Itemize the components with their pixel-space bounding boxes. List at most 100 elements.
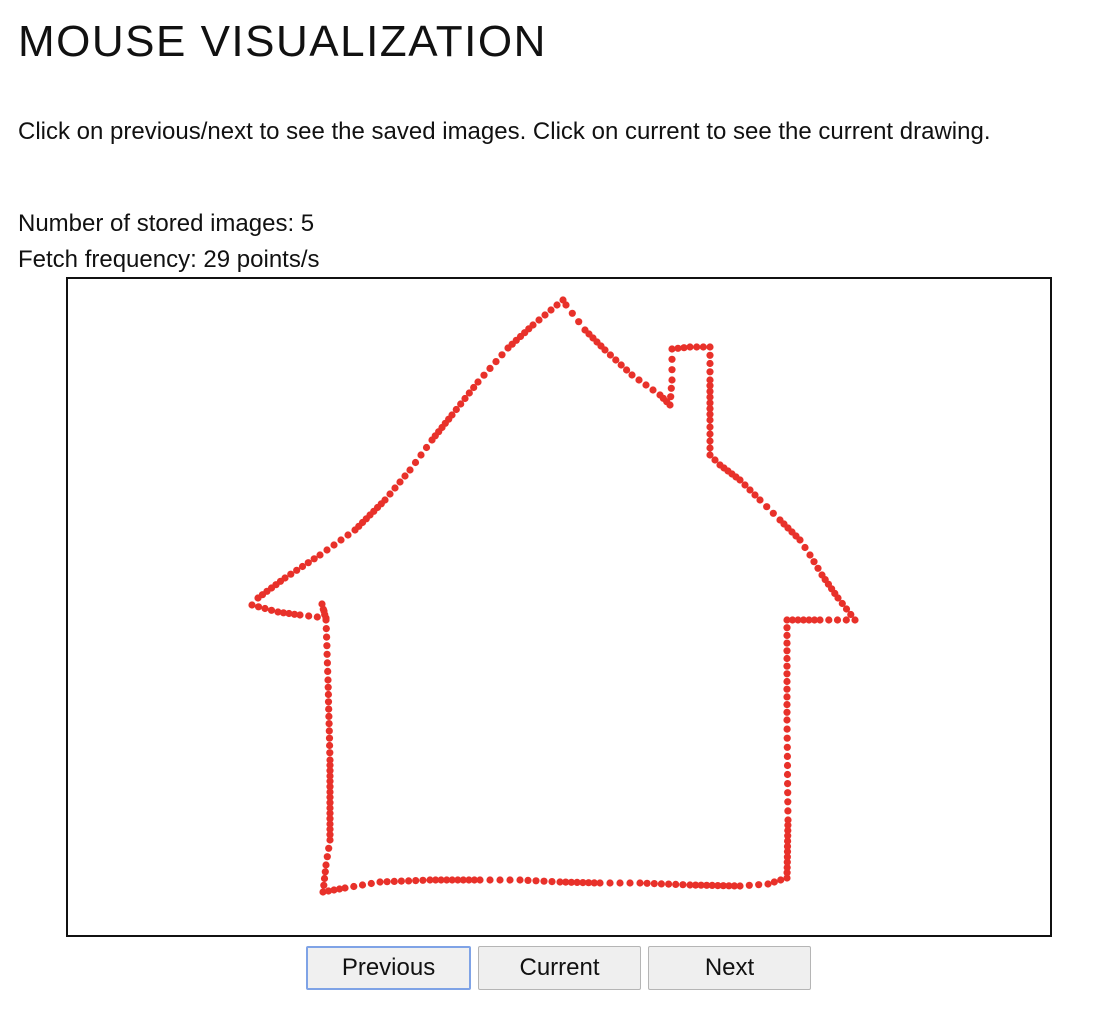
stroke-dot xyxy=(296,611,304,619)
stroke-dot xyxy=(476,876,484,884)
stroke-dot xyxy=(323,650,331,658)
stroke-dot xyxy=(770,878,778,886)
stroke-dot xyxy=(480,371,488,379)
stroke-dot xyxy=(261,604,269,613)
stroke-dot xyxy=(764,880,772,888)
stroke-dot xyxy=(535,316,543,324)
stroke-dot xyxy=(553,301,561,309)
stroke-dot xyxy=(367,879,375,888)
stroke-dot xyxy=(801,543,809,552)
stroke-dot xyxy=(668,376,676,384)
stroke-dot xyxy=(412,877,420,885)
stroke-dot xyxy=(783,725,791,733)
stroke-dot xyxy=(636,879,644,887)
stroke-dot xyxy=(320,881,328,889)
stroke-dot xyxy=(330,541,338,549)
stroke-dot xyxy=(833,616,842,624)
stroke-dot xyxy=(769,509,777,517)
stroke-dot xyxy=(376,878,384,886)
drawing-svg xyxy=(248,296,859,896)
stroke-dot xyxy=(428,436,436,444)
stroke-dot xyxy=(657,880,666,888)
stroke-dot xyxy=(326,836,334,844)
stroke-dot xyxy=(816,616,824,624)
stroke-dot xyxy=(626,879,634,887)
stroke-dot xyxy=(612,356,620,364)
stroke-dot xyxy=(745,881,753,889)
stroke-dot xyxy=(498,351,506,359)
stats-panel: Number of stored images: 5 Fetch frequen… xyxy=(18,206,320,278)
stroke-dot xyxy=(321,868,329,876)
stroke-dot xyxy=(313,613,321,621)
stroke-dot xyxy=(617,361,625,369)
stroke-dot xyxy=(699,343,707,351)
stroke-dot xyxy=(324,676,332,684)
stroke-dot xyxy=(643,879,651,887)
stroke-dot xyxy=(783,631,791,639)
stroke-dot xyxy=(350,882,358,891)
stroke-dot xyxy=(706,359,714,368)
stroke-dot xyxy=(326,749,334,757)
stroke-dot xyxy=(324,698,333,706)
stroke-dot xyxy=(341,884,349,892)
stroke-dot xyxy=(324,690,332,699)
stroke-dot xyxy=(411,458,420,467)
stroke-dot xyxy=(667,384,675,392)
stroke-dot xyxy=(325,712,333,720)
stroke-dot xyxy=(777,876,785,884)
stroke-dot xyxy=(783,716,791,724)
stroke-dot xyxy=(401,472,409,480)
stroke-dot xyxy=(486,876,494,884)
stroke-dot xyxy=(547,306,555,314)
stroke-dot xyxy=(344,531,352,539)
stroke-dot xyxy=(784,807,792,815)
stroke-dot xyxy=(783,670,791,678)
stroke-dot xyxy=(248,601,256,609)
stroke-dot xyxy=(324,683,332,691)
previous-button[interactable]: Previous xyxy=(306,946,471,990)
stroke-dot xyxy=(419,876,427,884)
stroke-dot xyxy=(417,451,425,459)
stroke-dot xyxy=(784,789,792,797)
stroke-dot xyxy=(324,667,332,675)
stroke-dot xyxy=(516,876,524,884)
stroke-dot xyxy=(358,881,367,889)
stroke-dot xyxy=(396,478,404,486)
stroke-dot xyxy=(706,451,714,459)
stroke-dot xyxy=(706,376,714,384)
stroke-dot xyxy=(783,701,791,709)
stroke-dot xyxy=(596,879,604,887)
stroke-dot xyxy=(386,490,394,498)
stroke-dot xyxy=(397,877,405,885)
stroke-dot xyxy=(406,466,414,474)
stroke-dot xyxy=(322,861,330,869)
stroke-dot xyxy=(254,603,263,611)
stroke-dot xyxy=(783,639,791,647)
stroke-dot xyxy=(524,876,532,885)
current-button[interactable]: Current xyxy=(478,946,641,990)
stroke-dot xyxy=(323,853,331,861)
stroke-dot xyxy=(616,879,624,887)
stroke-dot xyxy=(783,647,791,655)
stroke-dot xyxy=(323,633,331,641)
stroke-dot xyxy=(623,366,631,374)
stroke-dot xyxy=(668,366,676,374)
stroke-dot xyxy=(325,705,333,713)
stroke-dot xyxy=(706,430,714,438)
stroke-dot xyxy=(548,878,556,886)
stroke-dot xyxy=(706,368,714,376)
stroke-dot xyxy=(783,654,791,663)
stroke-dot xyxy=(818,571,826,579)
stroke-dot xyxy=(405,877,413,885)
stroke-dot xyxy=(305,612,313,620)
stroke-dot xyxy=(706,444,714,452)
stroke-dot xyxy=(628,371,636,379)
stroke-dot xyxy=(486,364,494,372)
next-button[interactable]: Next xyxy=(648,946,811,990)
stroke-dot xyxy=(668,345,676,353)
stroke-dot xyxy=(322,616,330,624)
stroke-dot xyxy=(323,659,331,667)
drawing-canvas[interactable] xyxy=(66,277,1052,937)
stroke-dot xyxy=(326,741,334,750)
stroke-dot xyxy=(783,677,791,686)
